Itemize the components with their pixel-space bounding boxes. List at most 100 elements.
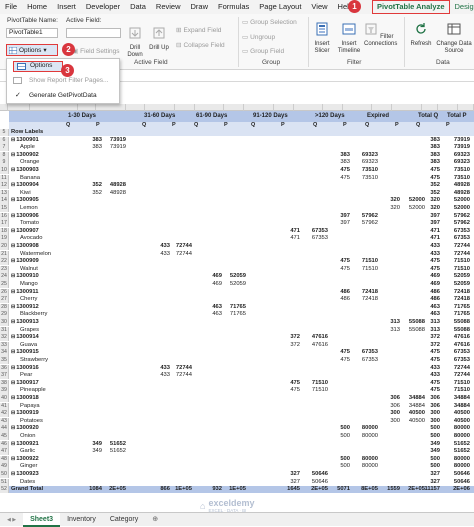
pivot-value-cell[interactable]: 475: [340, 266, 350, 273]
pivot-row-label[interactable]: Garlic: [20, 448, 35, 455]
pivot-value-cell[interactable]: 80000: [362, 425, 378, 432]
table-row[interactable]: 49Ginger5008000050080000: [0, 463, 474, 470]
pivot-value-cell[interactable]: 34884: [454, 403, 470, 410]
pivot-value-cell[interactable]: 383: [92, 137, 102, 144]
pivot-value-cell[interactable]: 55088: [409, 319, 425, 326]
pivot-column-header[interactable]: >120 Days: [313, 111, 345, 122]
pivot-value-cell[interactable]: 52000: [454, 197, 470, 204]
pivot-row-label[interactable]: Blackberry: [20, 311, 47, 318]
pivot-value-cell[interactable]: 80000: [454, 463, 470, 470]
menu-tab-insert[interactable]: Insert: [52, 0, 81, 14]
pivot-grand-total-row[interactable]: 52Grand Total10842E+058661E+059321E+0516…: [0, 486, 474, 493]
pivot-value-cell[interactable]: 47616: [312, 334, 328, 341]
pivot-value-cell[interactable]: 471: [290, 235, 300, 242]
group-field-button[interactable]: ▭Group Field: [242, 47, 284, 55]
pivot-value-cell[interactable]: 475: [430, 387, 440, 394]
column-header[interactable]: [8, 104, 30, 111]
pivot-value-cell[interactable]: 72418: [454, 289, 470, 296]
pivot-row-label[interactable]: Onion: [20, 433, 35, 440]
ungroup-button[interactable]: ▭Ungroup: [242, 33, 275, 41]
table-row[interactable]: 16⊟13009063975796239757962: [0, 213, 474, 220]
menu-tab-pivottable-analyze[interactable]: PivotTable Analyze: [372, 0, 450, 14]
pivot-value-cell[interactable]: 500: [340, 463, 350, 470]
table-row[interactable]: 8⊟13009023836932338369323: [0, 152, 474, 159]
pivot-value-cell[interactable]: 67353: [454, 349, 470, 356]
pivot-value-cell[interactable]: 372: [290, 342, 300, 349]
collapse-icon[interactable]: ⊟: [11, 380, 15, 386]
pivot-row-label[interactable]: Grapes: [20, 327, 39, 334]
column-header[interactable]: [438, 104, 458, 111]
pivot-value-cell[interactable]: 500: [340, 433, 350, 440]
insert-timeline-button[interactable]: Insert Timeline: [336, 22, 362, 55]
pivot-value-cell[interactable]: 397: [430, 213, 440, 220]
pivot-value-cell[interactable]: 72418: [454, 296, 470, 303]
pivot-value-cell[interactable]: 51652: [454, 448, 470, 455]
pivot-value-cell[interactable]: 1E+05: [175, 486, 192, 493]
row-number[interactable]: 49: [0, 463, 9, 470]
pivot-value-cell[interactable]: 48928: [454, 182, 470, 189]
pivot-value-cell[interactable]: 469: [430, 273, 440, 280]
collapse-icon[interactable]: ⊟: [11, 349, 15, 355]
field-settings-button[interactable]: ▣ Field Settings: [72, 47, 120, 55]
pivot-row-label[interactable]: Potatoes: [20, 418, 43, 425]
table-row[interactable]: 10⊟13009034757351047573510: [0, 167, 474, 174]
pivot-value-cell[interactable]: 433: [430, 365, 440, 372]
pivot-value-cell[interactable]: 320: [390, 197, 400, 204]
pivot-value-cell[interactable]: 475: [430, 349, 440, 356]
pivot-value-cell[interactable]: 433: [160, 365, 170, 372]
pivot-value-cell[interactable]: 69323: [362, 159, 378, 166]
table-row[interactable]: 38⊟13009174757151047571510: [0, 380, 474, 387]
menu-tab-file[interactable]: File: [0, 0, 22, 14]
pivot-value-cell[interactable]: 34884: [454, 395, 470, 402]
row-number[interactable]: 16: [0, 213, 9, 220]
pivot-value-cell[interactable]: 55088: [409, 327, 425, 334]
menu-tab-design[interactable]: Design: [450, 0, 474, 14]
collapse-icon[interactable]: ⊟: [11, 319, 15, 325]
pivot-value-cell[interactable]: 57962: [362, 213, 378, 220]
pivot-value-cell[interactable]: 349: [92, 448, 102, 455]
pivot-value-cell[interactable]: 313: [390, 319, 400, 326]
pivot-row-label[interactable]: Kiwi: [20, 190, 31, 197]
pivot-value-cell[interactable]: 500: [430, 433, 440, 440]
pivot-value-cell[interactable]: 73919: [110, 137, 126, 144]
pivot-value-cell[interactable]: 55088: [454, 327, 470, 334]
pivot-value-cell[interactable]: 300: [430, 410, 440, 417]
collapse-icon[interactable]: ⊟: [11, 152, 15, 158]
pivot-row-label[interactable]: Grand Total: [11, 486, 43, 493]
pivot-value-cell[interactable]: 67353: [454, 357, 470, 364]
pivot-value-cell[interactable]: 475: [430, 380, 440, 387]
pivot-value-cell[interactable]: 69323: [362, 152, 378, 159]
table-row[interactable]: 32⊟13009143724761637247616: [0, 334, 474, 341]
pivot-value-cell[interactable]: 320: [430, 197, 440, 204]
row-number[interactable]: 28: [0, 304, 9, 311]
pivot-group-label[interactable]: ⊟1300909: [11, 258, 39, 265]
pivot-row-label[interactable]: Cherry: [20, 296, 37, 303]
pivot-value-cell[interactable]: 486: [340, 289, 350, 296]
table-row[interactable]: 9Orange3836932338369323: [0, 159, 474, 166]
table-row[interactable]: 30⊟13009133135508831355088: [0, 319, 474, 326]
active-field-input[interactable]: [66, 28, 121, 38]
pivot-value-cell[interactable]: 1E+05: [229, 486, 246, 493]
table-row[interactable]: 29Blackberry4637176546371765: [0, 311, 474, 318]
row-number[interactable]: 31: [0, 327, 9, 334]
collapse-icon[interactable]: ⊟: [11, 258, 15, 264]
collapse-icon[interactable]: ⊟: [11, 213, 15, 219]
pivot-value-cell[interactable]: 52059: [230, 273, 246, 280]
column-header[interactable]: [458, 104, 474, 111]
pivot-value-cell[interactable]: 67353: [362, 349, 378, 356]
pivot-group-label[interactable]: ⊟1300910: [11, 273, 39, 280]
pivot-value-cell[interactable]: 71765: [454, 311, 470, 318]
pivot-value-cell[interactable]: 71510: [454, 380, 470, 387]
options-button[interactable]: Options ▾: [6, 44, 58, 56]
pivot-value-cell[interactable]: 300: [430, 418, 440, 425]
pivot-value-cell[interactable]: 73510: [454, 175, 470, 182]
collapse-icon[interactable]: ⊟: [11, 410, 15, 416]
pivot-value-cell[interactable]: 71510: [312, 387, 328, 394]
pivot-row-label[interactable]: Walnut: [20, 266, 38, 273]
table-row[interactable]: 28⊟13009124637176546371765: [0, 304, 474, 311]
pivot-value-cell[interactable]: 48928: [110, 182, 126, 189]
table-row[interactable]: 18⊟13009074716735347167353: [0, 228, 474, 235]
pivot-group-label[interactable]: ⊟1300905: [11, 197, 39, 204]
pivot-value-cell[interactable]: 57962: [454, 213, 470, 220]
pivot-column-header[interactable]: 31-60 Days: [142, 111, 175, 122]
